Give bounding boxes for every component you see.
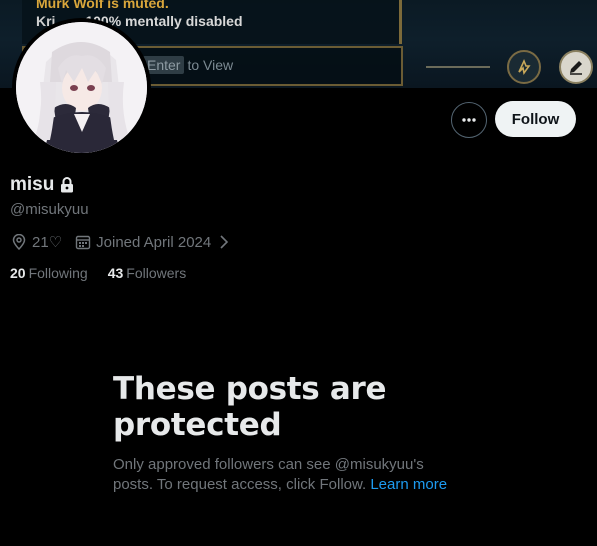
user-handle: @misukyuu	[10, 201, 89, 218]
following-count: 20	[10, 265, 26, 281]
followers-count: 43	[107, 265, 124, 281]
protected-notice: These posts are protected Only approved …	[113, 371, 473, 495]
profile-location-text: 21♡	[32, 234, 63, 251]
avatar-image	[16, 22, 147, 153]
profile-location: 21♡	[10, 233, 62, 251]
lock-icon	[61, 177, 74, 193]
profile-joined-text: Joined April 2024	[96, 233, 212, 251]
profile-meta: 21♡ Joined April 2024	[10, 232, 233, 252]
follow-button[interactable]: Follow	[495, 101, 576, 137]
display-name: misu	[10, 174, 74, 196]
display-name-text: misu	[10, 174, 55, 195]
calendar-icon	[74, 233, 92, 251]
followers-link[interactable]: 43 Followers	[108, 265, 186, 281]
chevron-right-icon	[215, 233, 233, 251]
location-pin-icon	[10, 233, 28, 251]
game-skill-icon	[507, 50, 541, 84]
learn-more-link[interactable]: Learn more	[370, 476, 447, 493]
banner-chat-hint: Enter to View	[143, 56, 233, 74]
protected-title: These posts are protected	[113, 371, 387, 443]
more-options-button[interactable]	[451, 102, 487, 138]
following-label: Following	[28, 265, 88, 281]
banner-divider	[426, 66, 490, 68]
protected-description: Only approved followers can see @misukyu…	[113, 455, 463, 495]
game-pencil-icon	[559, 50, 593, 84]
follow-stats: 20 Following 43 Followers	[10, 265, 186, 281]
followers-label: Followers	[126, 265, 187, 281]
profile-joined[interactable]: Joined April 2024	[74, 233, 233, 251]
banner-chat-line-muted: Murk Wolf is muted.	[36, 0, 169, 11]
following-link[interactable]: 20 Following	[10, 265, 88, 281]
avatar[interactable]	[12, 18, 151, 157]
more-dots-icon	[462, 118, 476, 122]
banner-chat-hint-text: to View	[187, 57, 234, 73]
profile-page: Murk Wolf is muted. Kri 100% mentally di…	[0, 0, 597, 546]
